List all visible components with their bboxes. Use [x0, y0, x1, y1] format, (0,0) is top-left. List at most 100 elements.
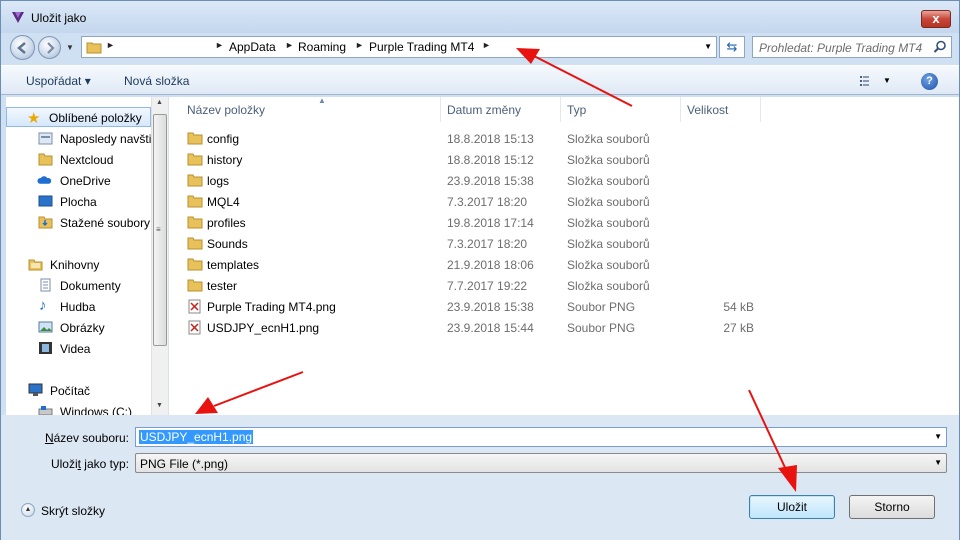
documents-icon	[40, 278, 51, 292]
file-date: 18.8.2018 15:13	[447, 132, 534, 146]
nav-onedrive-label: OneDrive	[60, 174, 111, 188]
table-row[interactable]: Purple Trading MT4.png 23.9.2018 15:38 Sou…	[169, 296, 960, 317]
save-as-dialog: Uložit jako x ▼ ► ► AppData ► Roaming ► …	[0, 0, 960, 540]
table-row[interactable]: tester 7.7.2017 19:22 Složka souborů	[169, 275, 960, 296]
chevron-up-icon: ▲	[21, 503, 35, 517]
breadcrumb-purple-trading[interactable]: Purple Trading MT4	[369, 40, 474, 54]
navigation-pane: ★ Oblíbené položky Naposledy navšti Next…	[6, 97, 151, 415]
nav-computer[interactable]: Počítač	[6, 380, 151, 400]
column-header-size[interactable]: Velikost	[681, 97, 761, 122]
file-date: 18.8.2018 15:12	[447, 153, 534, 167]
file-type: Složka souborů	[567, 216, 650, 230]
chevron-right-icon[interactable]: ►	[215, 40, 224, 50]
music-note-icon: ♪	[39, 297, 47, 314]
file-name: Sounds	[207, 237, 248, 251]
nav-desktop-label: Plocha	[60, 195, 97, 209]
breadcrumb-appdata[interactable]: AppData	[229, 40, 276, 54]
nav-windows-drive-label: Windows (C:)	[60, 405, 133, 415]
nav-pictures[interactable]: Obrázky	[6, 317, 151, 337]
refresh-button[interactable]: ⇆	[719, 36, 745, 58]
table-row[interactable]: config 18.8.2018 15:13 Složka souborů	[169, 128, 960, 149]
file-date: 7.3.2017 18:20	[447, 195, 528, 209]
filetype-label: Uložit jako typ:	[50, 457, 129, 471]
recent-places-icon	[38, 132, 53, 145]
search-icon[interactable]	[933, 40, 947, 54]
file-size: 54 kB	[723, 300, 754, 314]
nav-desktop[interactable]: Plocha	[6, 191, 151, 211]
sort-ascending-icon: ▲	[318, 96, 326, 105]
chevron-right-icon[interactable]: ►	[482, 40, 491, 50]
chevron-right-icon[interactable]: ►	[355, 40, 364, 50]
nav-windows-drive[interactable]: Windows (C:)	[6, 401, 151, 415]
nav-libraries[interactable]: Knihovny	[6, 254, 151, 274]
file-type: Složka souborů	[567, 279, 650, 293]
nav-videos[interactable]: Videa	[6, 338, 151, 358]
desktop-icon	[38, 195, 53, 207]
file-name: tester	[207, 279, 238, 293]
column-header-type[interactable]: Typ	[561, 97, 681, 122]
scroll-down-icon[interactable]: ▼	[156, 402, 163, 409]
file-name: config	[207, 132, 240, 146]
folder-icon	[187, 153, 203, 166]
table-row[interactable]: profiles 19.8.2018 17:14 Složka souborů	[169, 212, 960, 233]
chevron-down-icon[interactable]: ▼	[934, 432, 942, 441]
recent-locations-dropdown[interactable]: ▼	[66, 43, 74, 52]
nav-music[interactable]: ♪ Hudba	[6, 296, 151, 316]
grip-icon: ≡	[156, 225, 161, 234]
nav-documents[interactable]: Dokumenty	[6, 275, 151, 295]
file-date: 23.9.2018 15:44	[447, 321, 534, 335]
view-list-icon	[860, 76, 869, 86]
save-form: Název souboru: USDJPY_ecnH1.png ▼ Uložit…	[1, 415, 959, 540]
filename-input[interactable]: USDJPY_ecnH1.png ▼	[135, 427, 947, 447]
save-button[interactable]: Uložit	[749, 495, 835, 519]
table-row[interactable]: history 18.8.2018 15:12 Složka souborů	[169, 149, 960, 170]
file-date: 19.8.2018 17:14	[447, 216, 534, 230]
nav-recent-places[interactable]: Naposledy navšti	[6, 128, 151, 148]
filetype-select[interactable]: PNG File (*.png) ▼	[135, 453, 947, 473]
table-row[interactable]: USDJPY_ecnH1.png 23.9.2018 15:44 Soubor PN…	[169, 317, 960, 338]
view-options-button[interactable]: ▼	[859, 74, 891, 91]
nav-nextcloud-label: Nextcloud	[60, 153, 114, 167]
file-name: logs	[207, 174, 230, 188]
new-folder-button[interactable]: Nová složka	[124, 74, 189, 88]
column-header-date[interactable]: Datum změny	[441, 97, 561, 122]
navigation-scrollbar[interactable]: ▲ ≡ ▼	[151, 97, 168, 415]
nav-onedrive[interactable]: OneDrive	[6, 170, 151, 190]
search-box[interactable]: Prohledat: Purple Trading MT4	[752, 36, 952, 58]
hide-folders-label: Skrýt složky	[41, 504, 106, 518]
close-button[interactable]: x	[921, 10, 951, 28]
file-date: 7.7.2017 19:22	[447, 279, 528, 293]
table-row[interactable]: MQL4 7.3.2017 18:20 Složka souborů	[169, 191, 960, 212]
app-logo-icon	[12, 12, 24, 23]
png-file-icon	[188, 320, 201, 335]
file-name: profiles	[207, 216, 246, 230]
table-row[interactable]: templates 21.9.2018 18:06 Složka souborů	[169, 254, 960, 275]
scroll-up-icon[interactable]: ▲	[156, 99, 163, 106]
arrow-right-icon	[47, 42, 55, 54]
help-button[interactable]: ?	[921, 73, 938, 90]
forward-button[interactable]	[38, 36, 61, 59]
nav-favorites[interactable]: ★ Oblíbené položky	[6, 107, 151, 127]
folder-icon	[187, 195, 203, 208]
search-placeholder: Prohledat: Purple Trading MT4	[759, 41, 923, 55]
nav-nextcloud[interactable]: Nextcloud	[6, 149, 151, 169]
chevron-right-icon[interactable]: ►	[285, 40, 294, 50]
column-header-name[interactable]: ▲ Název položky	[181, 96, 441, 122]
table-row[interactable]: Sounds 7.3.2017 18:20 Složka souborů	[169, 233, 960, 254]
chevron-down-icon[interactable]: ▼	[704, 42, 712, 51]
downloads-folder-icon	[38, 216, 53, 229]
table-row[interactable]: logs 23.9.2018 15:38 Složka souborů	[169, 170, 960, 191]
cancel-button[interactable]: Storno	[849, 495, 935, 519]
breadcrumb-roaming[interactable]: Roaming	[298, 40, 346, 54]
file-type: Složka souborů	[567, 153, 650, 167]
chevron-right-icon[interactable]: ►	[106, 40, 115, 50]
chevron-down-icon[interactable]: ▼	[934, 458, 942, 467]
chevron-down-icon[interactable]: ▼	[883, 76, 891, 85]
nav-downloads[interactable]: Stažené soubory	[6, 212, 151, 232]
back-button[interactable]	[10, 35, 35, 60]
address-bar[interactable]: ► ► AppData ► Roaming ► Purple Trading M…	[81, 36, 717, 58]
file-name: Purple Trading MT4.png	[207, 300, 336, 314]
folder-icon	[187, 216, 203, 229]
organize-button[interactable]: Uspořádat ▾	[26, 74, 91, 88]
file-name: history	[207, 153, 243, 167]
